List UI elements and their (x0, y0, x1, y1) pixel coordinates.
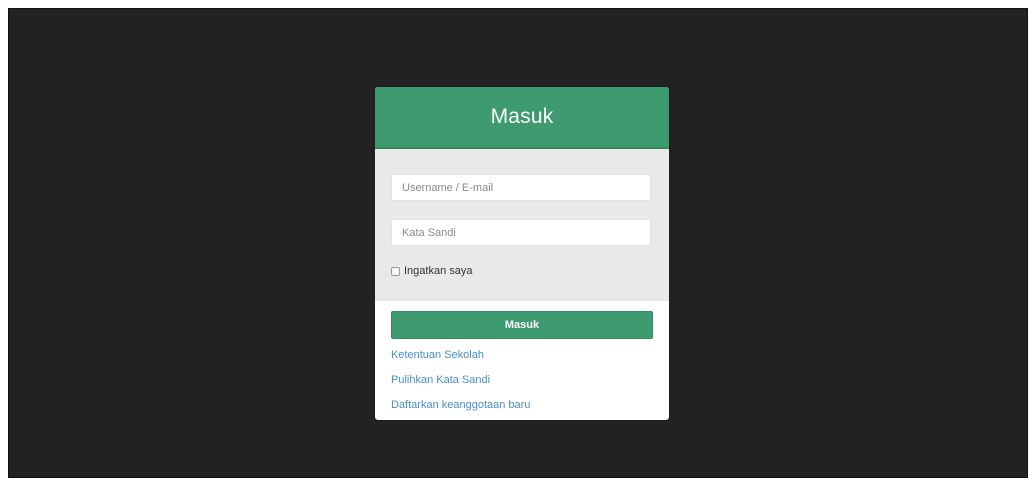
remember-me-label[interactable]: Ingatkan saya (404, 265, 473, 277)
app-screen: Masuk Ingatkan saya Masuk Ketentuan Seko… (8, 8, 1028, 478)
login-card: Masuk Ingatkan saya Masuk Ketentuan Seko… (375, 87, 669, 420)
school-terms-link[interactable]: Ketentuan Sekolah (391, 349, 653, 362)
recover-password-link[interactable]: Pulihkan Kata Sandi (391, 374, 653, 387)
login-footer: Masuk Ketentuan Sekolah Pulihkan Kata Sa… (375, 301, 669, 412)
login-form-panel: Ingatkan saya (375, 149, 669, 301)
remember-me-checkbox[interactable] (391, 266, 400, 276)
login-header: Masuk (375, 87, 669, 149)
remember-me-row[interactable]: Ingatkan saya (391, 265, 473, 277)
username-input[interactable] (391, 174, 651, 201)
login-title: Masuk (490, 105, 554, 128)
password-input[interactable] (391, 219, 651, 246)
login-submit-button[interactable]: Masuk (391, 311, 653, 339)
register-new-member-link[interactable]: Daftarkan keanggotaan baru (391, 399, 653, 412)
